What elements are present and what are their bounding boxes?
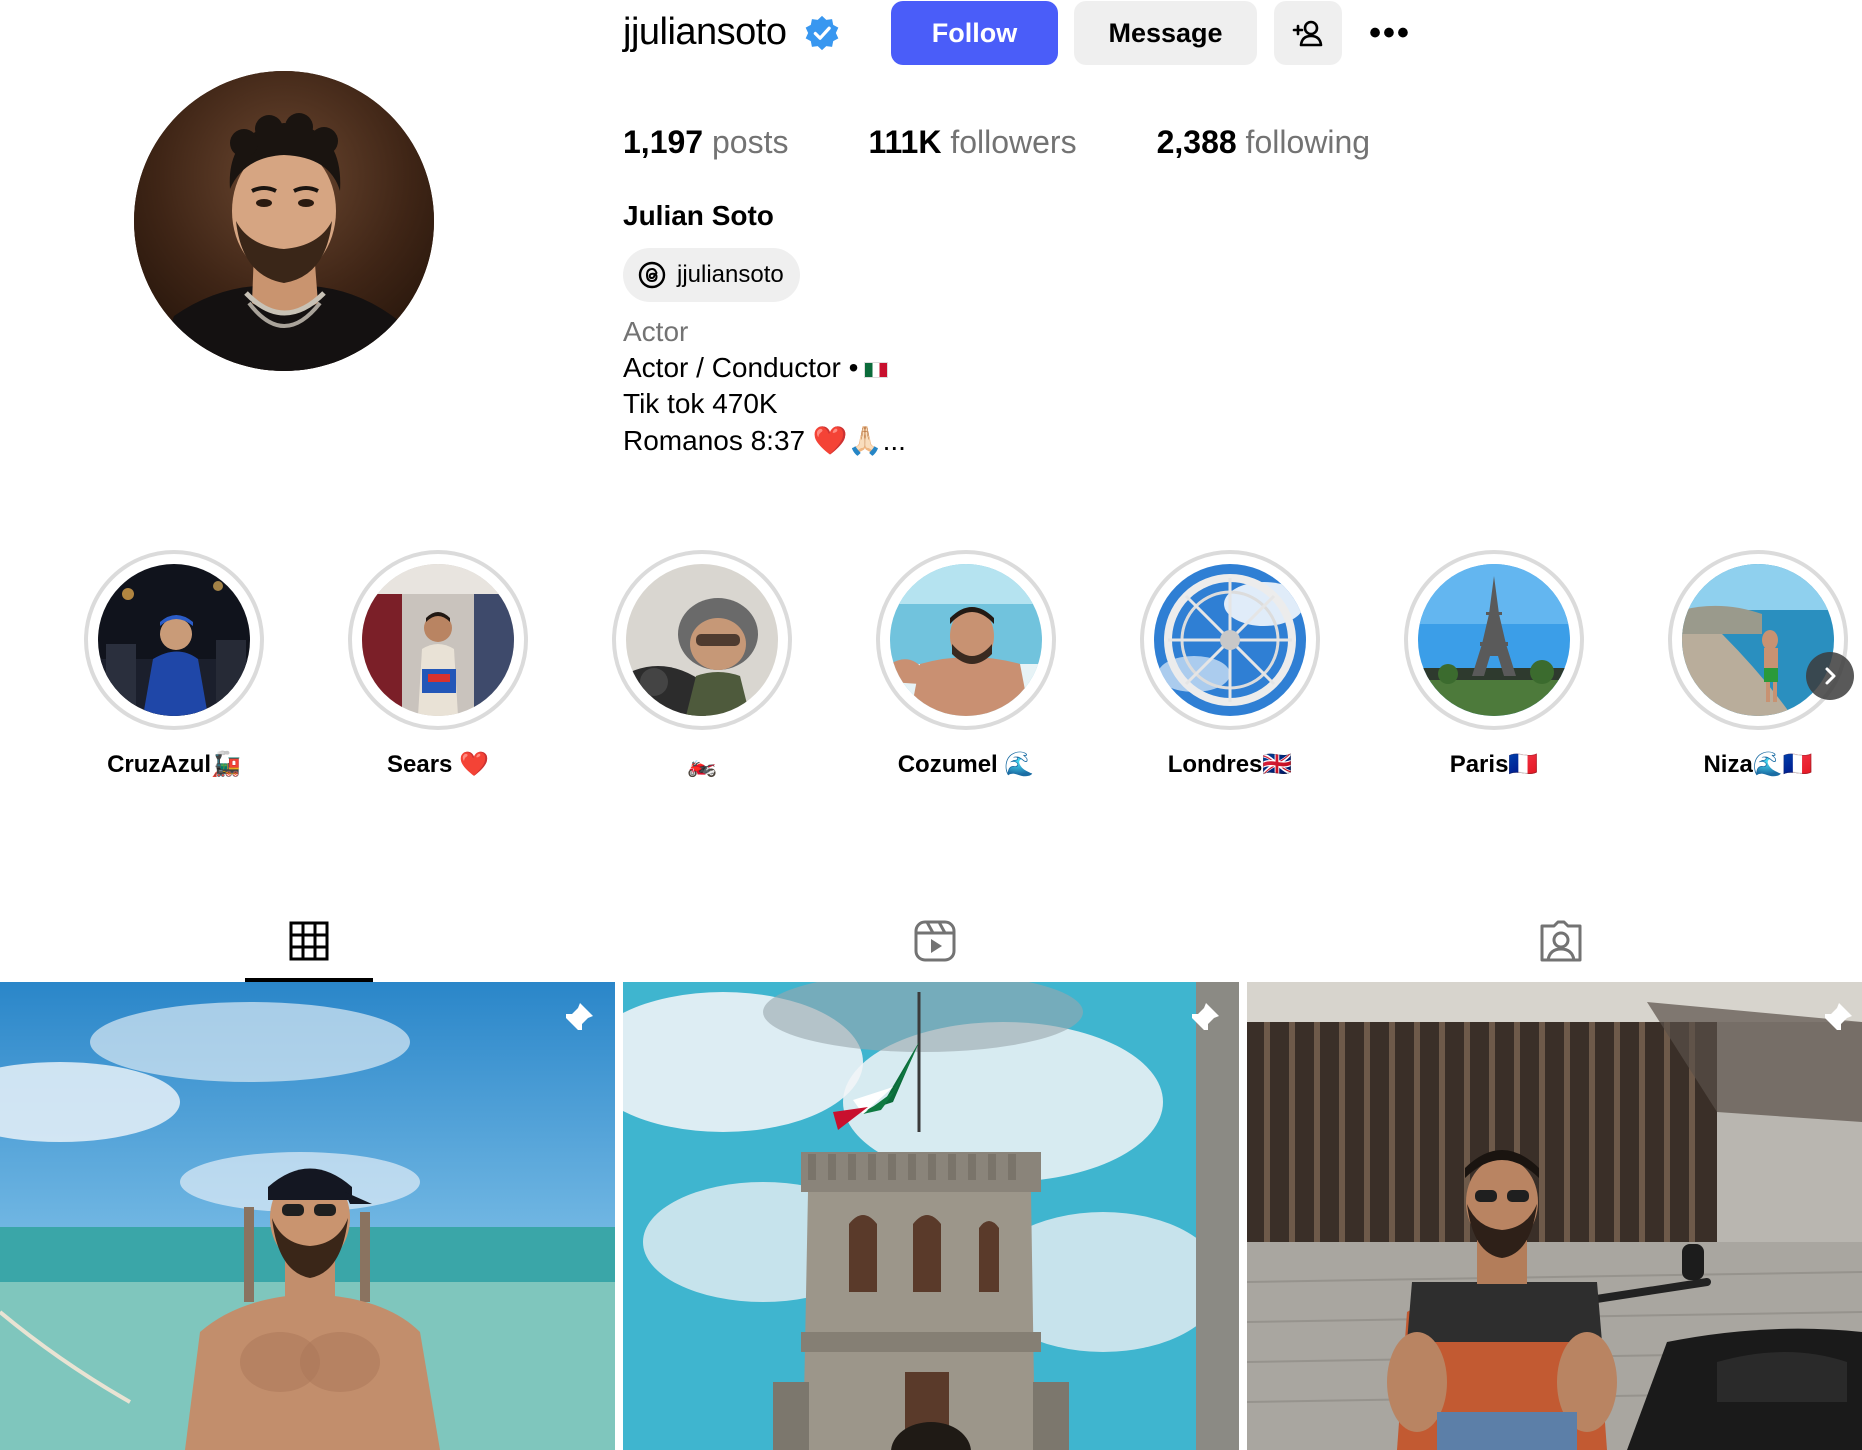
bio-line: Tik tok 470K bbox=[623, 388, 778, 419]
bio-line: Romanos 8:37 ❤️🙏🏻... bbox=[623, 425, 906, 456]
highlight-cover bbox=[1418, 564, 1570, 716]
more-options-icon: ••• bbox=[1369, 13, 1411, 52]
mexico-flag-icon bbox=[864, 361, 889, 378]
stat-label: followers bbox=[950, 123, 1077, 160]
highlight-item[interactable]: CruzAzul🚂 bbox=[72, 550, 272, 790]
highlight-item[interactable]: Londres🇬🇧 bbox=[1128, 550, 1328, 790]
highlight-ring bbox=[612, 550, 792, 730]
highlight-ring bbox=[84, 550, 264, 730]
post-image bbox=[1247, 982, 1862, 1450]
grid-icon bbox=[289, 921, 329, 961]
highlight-cover bbox=[890, 564, 1042, 716]
post-tile[interactable] bbox=[0, 982, 615, 1450]
add-user-icon bbox=[1292, 20, 1323, 47]
stat-posts: 1,197 posts bbox=[623, 124, 788, 161]
tagged-icon bbox=[1540, 920, 1582, 962]
stat-value: 2,388 bbox=[1156, 123, 1237, 160]
stat-label: posts bbox=[711, 123, 789, 160]
tab-reels[interactable] bbox=[871, 900, 999, 982]
full-name: Julian Soto bbox=[623, 200, 774, 231]
stat-value: 111K bbox=[868, 123, 942, 160]
highlight-ring bbox=[1668, 550, 1848, 730]
reels-icon bbox=[914, 920, 956, 962]
profile-category: Actor bbox=[623, 316, 689, 347]
tab-tagged[interactable] bbox=[1497, 900, 1625, 982]
post-tile[interactable] bbox=[1247, 982, 1862, 1450]
highlight-item[interactable]: Paris🇫🇷 bbox=[1392, 550, 1592, 790]
bio-text: Actor / Conductor • bbox=[623, 352, 859, 383]
pin-icon bbox=[1190, 1003, 1219, 1032]
highlight-ring bbox=[1404, 550, 1584, 730]
posts-grid bbox=[0, 982, 1862, 1450]
highlight-cover bbox=[362, 564, 514, 716]
follow-button[interactable]: Follow bbox=[891, 1, 1058, 65]
suggested-users-button[interactable] bbox=[1274, 1, 1342, 65]
chevron-right-icon bbox=[1825, 667, 1836, 685]
post-image bbox=[0, 982, 615, 1450]
avatar-photo bbox=[134, 71, 434, 371]
highlight-ring bbox=[876, 550, 1056, 730]
stat-label: following bbox=[1245, 123, 1371, 160]
highlight-label: Londres🇬🇧 bbox=[1167, 751, 1293, 778]
highlight-ring bbox=[1140, 550, 1320, 730]
pin-icon bbox=[564, 1003, 593, 1032]
threads-link[interactable]: jjuliansoto bbox=[623, 248, 800, 302]
highlight-label: Sears ❤️ bbox=[387, 751, 489, 778]
username-row: jjuliansoto bbox=[623, 0, 841, 66]
pin-icon bbox=[1823, 1003, 1852, 1032]
highlight-label: 🏍️ bbox=[687, 751, 717, 778]
profile-avatar[interactable] bbox=[134, 71, 434, 371]
stat-followers[interactable]: 111K followers bbox=[868, 124, 1076, 161]
highlight-item[interactable]: 🏍️ bbox=[600, 550, 800, 790]
tab-posts[interactable] bbox=[245, 900, 373, 982]
profile-stats: 1,197 posts 111K followers 2,388 followi… bbox=[623, 118, 1450, 166]
profile-tabs bbox=[0, 900, 1862, 982]
highlight-label: Cozumel 🌊 bbox=[897, 751, 1035, 778]
highlight-cover bbox=[1154, 564, 1306, 716]
threads-icon bbox=[638, 261, 666, 289]
highlight-item[interactable]: Cozumel 🌊 bbox=[864, 550, 1064, 790]
highlight-label: CruzAzul🚂 bbox=[107, 751, 241, 778]
highlight-cover bbox=[98, 564, 250, 716]
post-tile[interactable] bbox=[623, 982, 1239, 1450]
threads-handle: jjuliansoto bbox=[677, 261, 784, 288]
story-highlights: CruzAzul🚂 Sears ❤️ 🏍️ Cozumel 🌊 Londres🇬… bbox=[0, 550, 1862, 790]
post-image bbox=[623, 982, 1239, 1450]
verified-badge-icon bbox=[803, 14, 841, 52]
highlight-label: Paris🇫🇷 bbox=[1449, 751, 1539, 778]
username: jjuliansoto bbox=[623, 10, 787, 53]
stat-following[interactable]: 2,388 following bbox=[1157, 124, 1370, 161]
highlight-cover bbox=[1682, 564, 1834, 716]
stat-value: 1,197 bbox=[623, 123, 704, 160]
highlight-item[interactable]: Sears ❤️ bbox=[336, 550, 536, 790]
bio-line: Actor / Conductor • bbox=[623, 352, 889, 384]
more-options-button[interactable]: ••• bbox=[1360, 1, 1420, 65]
highlight-label: Niza🌊🇫🇷 bbox=[1703, 751, 1813, 778]
highlights-next-button[interactable] bbox=[1806, 652, 1854, 700]
highlight-ring bbox=[348, 550, 528, 730]
highlight-cover bbox=[626, 564, 778, 716]
message-button[interactable]: Message bbox=[1074, 1, 1257, 65]
